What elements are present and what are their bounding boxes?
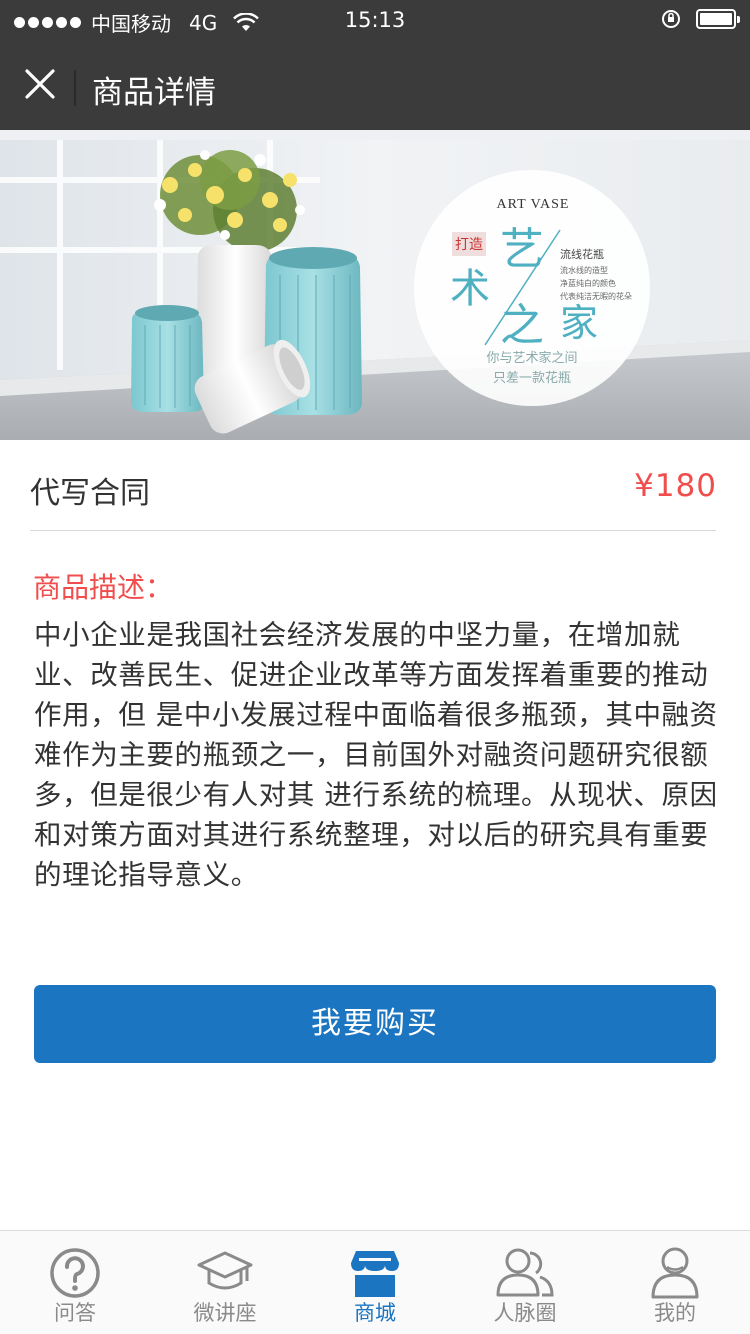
tab-qa[interactable]: 问答 (0, 1231, 150, 1334)
banner-headline-2: 术 (450, 266, 490, 311)
banner-side-line-2: 净蓝纯白的颜色 (560, 278, 616, 288)
navigation-bar: 商品详情 (0, 40, 750, 130)
banner-art-title: ART VASE (497, 197, 570, 212)
tab-me[interactable]: 我的 (600, 1231, 750, 1334)
banner-headline-4: 家 (560, 303, 598, 345)
banner-badge: 打造 (455, 236, 483, 253)
tab-store[interactable]: 商城 (300, 1231, 450, 1334)
banner-tagline-2: 只差一款花瓶 (493, 370, 571, 385)
nav-divider (74, 70, 76, 106)
section-divider (30, 530, 716, 531)
status-indicators (660, 8, 740, 30)
tab-label: 微讲座 (193, 1301, 257, 1325)
battery-icon (696, 9, 740, 29)
user-icon (651, 1247, 699, 1299)
store-icon (351, 1251, 399, 1297)
close-icon[interactable] (18, 62, 62, 106)
banner-headline-3: 之 (500, 301, 544, 350)
banner-side-line-3: 代表纯洁无暇的花朵 (560, 291, 632, 301)
tab-label: 我的 (654, 1301, 696, 1325)
tab-label: 人脉圈 (493, 1301, 557, 1325)
banner-side-title: 流线花瓶 (560, 247, 604, 261)
tab-label: 问答 (54, 1301, 96, 1325)
question-icon (50, 1248, 100, 1298)
page-title: 商品详情 (92, 75, 216, 111)
banner-headline-1: 艺 (500, 225, 544, 274)
tab-label: 商城 (354, 1301, 396, 1325)
rotation-lock-icon (662, 10, 680, 28)
people-icon (496, 1248, 554, 1297)
clock: 15:13 (344, 8, 406, 32)
header-spacer (0, 130, 750, 140)
tab-lecture[interactable]: 微讲座 (150, 1231, 300, 1334)
product-name: 代写合同 (30, 476, 150, 511)
graduation-cap-icon (197, 1251, 253, 1290)
product-price: ¥180 (634, 468, 717, 504)
banner-image: ART VASE 打造 艺 术 之 家 流线花瓶 流水线的造型 净蓝纯白的颜色 … (0, 140, 750, 440)
banner-side-line-1: 流水线的造型 (560, 265, 608, 275)
banner-tagline-1: 你与艺术家之间 (486, 350, 577, 365)
buy-button[interactable]: 我要购买 (34, 985, 716, 1063)
description-title: 商品描述： (33, 571, 174, 604)
status-bar: 中国移动 4G 15:13 (0, 0, 750, 40)
description-body: 中小企业是我国社会经济发展的中坚力量，在增加就业、改善民生、促进企业改革等方面发… (34, 619, 718, 891)
tab-bar: 问答 微讲座 商城 人脉圈 我的 (0, 1230, 750, 1334)
product-banner: ART VASE 打造 艺 术 之 家 流线花瓶 流水线的造型 净蓝纯白的颜色 … (0, 140, 750, 440)
tab-network[interactable]: 人脉圈 (450, 1231, 600, 1334)
